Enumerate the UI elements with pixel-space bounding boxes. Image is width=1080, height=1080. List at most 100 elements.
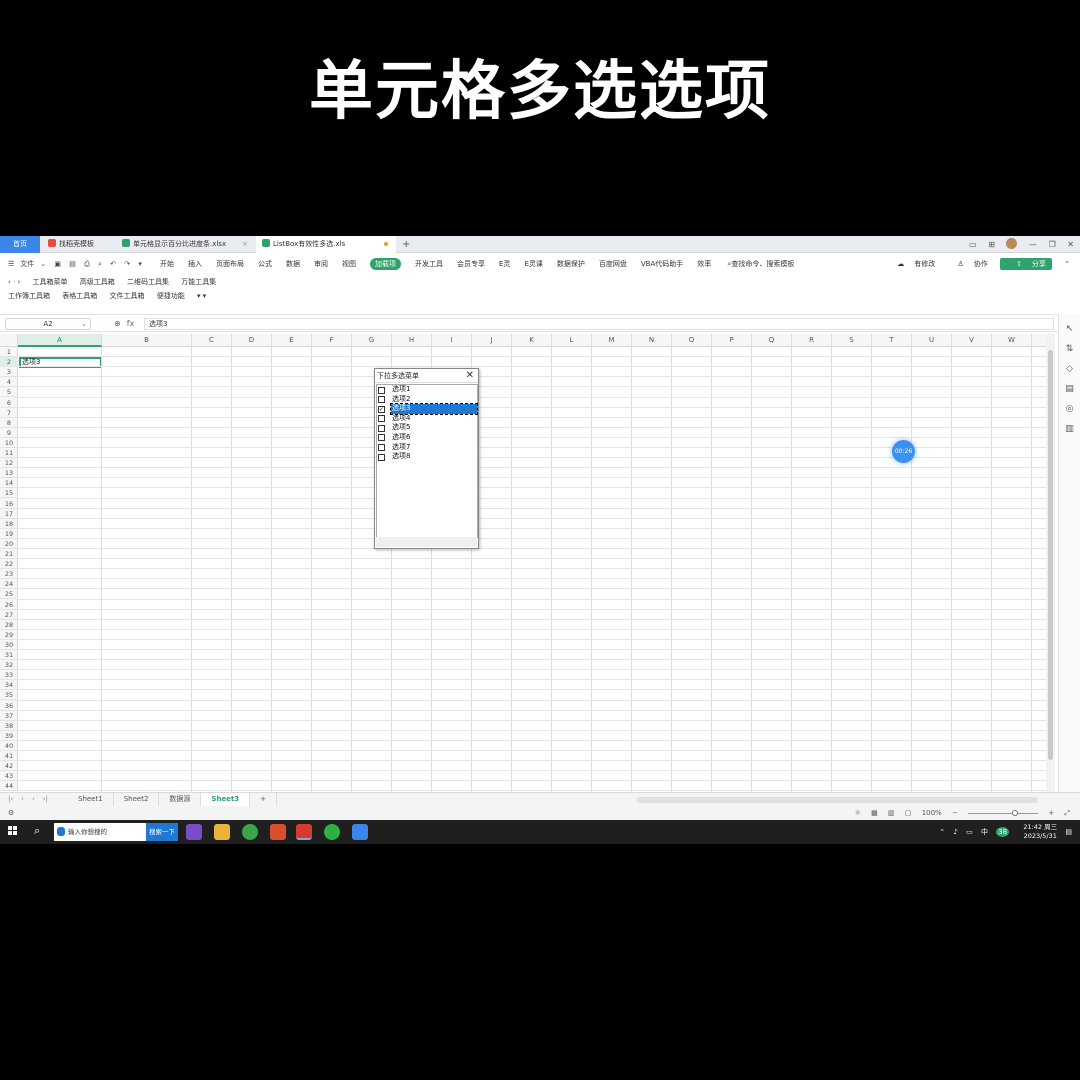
cell-area[interactable]: 选项3 xyxy=(18,347,1046,792)
row-header-1[interactable]: 1 xyxy=(0,347,18,357)
select-icon[interactable]: ↖ xyxy=(1059,324,1080,334)
browser-icon[interactable] xyxy=(242,824,258,840)
page-layout-icon[interactable]: ▥ xyxy=(888,809,895,817)
small-arrow-icon[interactable]: ‹ · › xyxy=(8,276,20,289)
restore-icon[interactable]: ❐ xyxy=(1049,236,1056,253)
style-icon[interactable]: ◇ xyxy=(1059,364,1080,374)
preview-icon[interactable]: ⌕ xyxy=(98,254,102,274)
row-header-34[interactable]: 34 xyxy=(0,680,18,691)
column-header-l[interactable]: L xyxy=(552,334,592,347)
adjust-icon[interactable]: ⇅ xyxy=(1059,344,1080,354)
row-header-42[interactable]: 42 xyxy=(0,761,18,772)
row-header-40[interactable]: 40 xyxy=(0,741,18,751)
checkbox[interactable] xyxy=(378,396,385,404)
row-header-35[interactable]: 35 xyxy=(0,690,18,701)
sheet-tab[interactable]: Sheet2 xyxy=(114,793,160,806)
row-header-32[interactable]: 32 xyxy=(0,660,18,671)
checkbox[interactable] xyxy=(378,415,385,423)
action-center-icon[interactable]: ▤ xyxy=(1065,820,1072,844)
share-button[interactable]: ⇧ 分享 xyxy=(1000,258,1052,270)
row-header-20[interactable]: 20 xyxy=(0,539,18,549)
spreadsheet-grid[interactable]: ABCDEFGHIJKLMNOPQRSTUVW 1 2 3 4 5 6 7 8 9 10 11 12 1… xyxy=(0,334,1046,792)
redo-icon[interactable]: ↷ xyxy=(124,254,130,274)
column-header-v[interactable]: V xyxy=(952,334,992,347)
row-header-36[interactable]: 36 xyxy=(0,701,18,711)
screen-icon[interactable]: ▭ xyxy=(969,236,977,253)
row-header-22[interactable]: 22 xyxy=(0,559,18,570)
taskbar-search-input[interactable]: 输入你想搜的 xyxy=(54,823,146,841)
last-sheet-icon[interactable]: ›| xyxy=(43,795,48,803)
row-header-17[interactable]: 17 xyxy=(0,509,18,519)
tab-docer[interactable]: 找稻壳模板 xyxy=(42,236,116,253)
column-header-i[interactable]: I xyxy=(432,334,472,347)
row-header-27[interactable]: 27 xyxy=(0,610,18,620)
vertical-scrollbar[interactable] xyxy=(1046,334,1055,792)
toolbar-item[interactable]: 万能工具集 xyxy=(181,276,216,289)
collapse-ribbon-icon[interactable]: ⌃ xyxy=(1064,254,1070,274)
wechat-icon[interactable] xyxy=(324,824,340,840)
checkbox[interactable] xyxy=(378,386,385,394)
column-header-c[interactable]: C xyxy=(192,334,232,347)
more-icon[interactable]: ▾ xyxy=(138,254,142,274)
ribbon-tab[interactable]: 插入 xyxy=(188,254,202,274)
clock[interactable]: 21:42 周三 2023/5/31 xyxy=(1017,823,1057,841)
network-icon[interactable]: ▭ xyxy=(966,820,973,844)
column-header-d[interactable]: D xyxy=(232,334,272,347)
listbox-option[interactable]: 选项6 xyxy=(377,433,477,443)
row-header-23[interactable]: 23 xyxy=(0,569,18,580)
checkbox[interactable] xyxy=(378,434,385,442)
chevron-up-icon[interactable]: ⌃ xyxy=(939,820,945,844)
command-search[interactable]: ⌕查找命令、搜索模板 xyxy=(728,254,795,274)
close-icon[interactable]: × xyxy=(242,236,248,253)
ribbon-tab[interactable]: 审阅 xyxy=(314,254,328,274)
listbox-option[interactable]: ✓ 选项3 xyxy=(377,403,478,415)
ribbon-tab[interactable]: 开发工具 xyxy=(415,254,443,274)
checkbox[interactable] xyxy=(378,424,385,432)
ribbon-tab[interactable]: 百度网盘 xyxy=(599,254,627,274)
row-header-13[interactable]: 13 xyxy=(0,468,18,479)
ribbon-tab[interactable]: 数据保护 xyxy=(557,254,585,274)
row-header-8[interactable]: 8 xyxy=(0,418,18,428)
toolbar-item[interactable]: 表格工具箱 xyxy=(62,290,97,303)
chevron-down-icon[interactable]: ⌄ xyxy=(40,254,46,274)
row-header-3[interactable]: 3 xyxy=(0,367,18,378)
ribbon-tab[interactable]: 页面布局 xyxy=(216,254,244,274)
column-header-b[interactable]: B xyxy=(102,334,192,347)
row-header-31[interactable]: 31 xyxy=(0,650,18,660)
zoom-out-icon[interactable]: − xyxy=(952,809,958,817)
column-header-p[interactable]: P xyxy=(712,334,752,347)
visual-studio-icon[interactable] xyxy=(186,824,202,840)
ribbon-tab[interactable]: 公式 xyxy=(258,254,272,274)
zoom-icon[interactable]: ⊕ xyxy=(114,319,121,328)
ribbon-tab-active[interactable]: 加载项 xyxy=(370,258,401,270)
toolbar-item[interactable]: 工具箱菜单 xyxy=(33,276,68,289)
column-header-a[interactable]: A xyxy=(18,334,102,347)
row-header-26[interactable]: 26 xyxy=(0,600,18,610)
sheet-tab[interactable]: Sheet1 xyxy=(68,793,114,806)
row-header-37[interactable]: 37 xyxy=(0,711,18,721)
ribbon-tab[interactable]: 效率 xyxy=(697,254,711,274)
taskbar-search-button[interactable]: 搜索一下 xyxy=(146,823,178,841)
column-header-r[interactable]: R xyxy=(792,334,832,347)
search-icon[interactable]: ⌕ xyxy=(34,824,40,838)
close-icon[interactable]: ✕ xyxy=(466,369,474,383)
row-header-5[interactable]: 5 xyxy=(0,387,18,398)
avatar[interactable] xyxy=(1006,238,1018,249)
windows-start-icon[interactable] xyxy=(8,826,18,836)
horizontal-scrollbar[interactable] xyxy=(636,797,1038,803)
minimize-icon[interactable]: — xyxy=(1029,236,1037,253)
eye-protect-icon[interactable]: ☼ xyxy=(855,809,861,817)
row-header-19[interactable]: 19 xyxy=(0,529,18,539)
row-header-41[interactable]: 41 xyxy=(0,751,18,761)
prev-sheet-icon[interactable]: ‹ xyxy=(21,795,24,803)
next-sheet-icon[interactable]: › xyxy=(32,795,35,803)
listbox-option[interactable]: 选项2 xyxy=(377,395,477,405)
speaker-icon[interactable]: ♪ xyxy=(953,820,957,844)
column-header-j[interactable]: J xyxy=(472,334,512,347)
app-icon[interactable] xyxy=(352,824,368,840)
ime-indicator[interactable]: 中 xyxy=(981,820,988,844)
scrollbar-thumb[interactable] xyxy=(1048,350,1053,760)
row-header-21[interactable]: 21 xyxy=(0,549,18,559)
property-icon[interactable]: ▤ xyxy=(1059,384,1080,394)
checkbox[interactable] xyxy=(378,444,385,452)
